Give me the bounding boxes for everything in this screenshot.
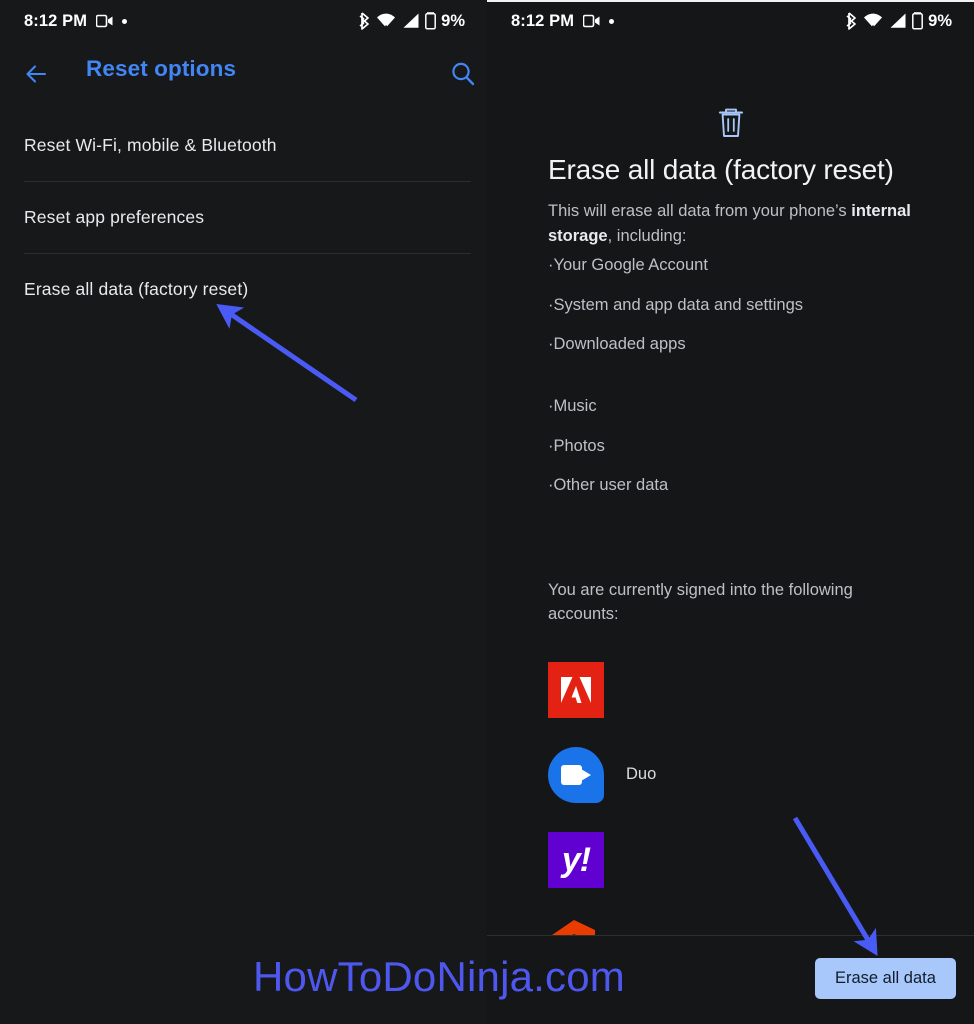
account-row bbox=[548, 647, 968, 732]
wifi-icon bbox=[863, 12, 883, 30]
microsoft-office-icon bbox=[548, 917, 604, 935]
video-camera-glyph bbox=[561, 764, 591, 785]
description-after: , including: bbox=[607, 227, 687, 245]
screen-record-icon bbox=[582, 14, 600, 28]
wifi-icon bbox=[376, 12, 396, 30]
account-row: Duo bbox=[548, 732, 968, 817]
bullet-item: ·Your Google Account bbox=[548, 256, 708, 274]
erase-all-data-button[interactable]: Erase all data bbox=[815, 958, 956, 999]
list-item[interactable]: Erase all data (factory reset) bbox=[0, 254, 487, 325]
status-bar-clock: 8:12 PM bbox=[24, 11, 88, 30]
status-bar-left-group: 8:12 PM bbox=[511, 11, 615, 31]
signed-in-accounts-note: You are currently signed into the follow… bbox=[548, 581, 853, 623]
bluetooth-icon bbox=[359, 12, 371, 30]
reset-options-list: Reset Wi-Fi, mobile & Bluetooth Reset ap… bbox=[0, 110, 487, 325]
left-phone-screen: 8:12 PM 9% Reset options Reset Wi-Fi, mo… bbox=[0, 0, 487, 1024]
bullet-item: ·Downloaded apps bbox=[548, 335, 686, 353]
bullet-item: ·Other user data bbox=[548, 476, 669, 494]
status-bar-right-group: 9% bbox=[846, 12, 952, 31]
bullet-item: ·Photos bbox=[548, 436, 605, 455]
battery-percent-label: 9% bbox=[441, 11, 465, 30]
list-item[interactable]: Reset Wi-Fi, mobile & Bluetooth bbox=[0, 110, 487, 181]
adobe-icon bbox=[548, 661, 604, 718]
bullet-item: ·Music bbox=[548, 397, 597, 415]
list-item-label: Erase all data (factory reset) bbox=[24, 279, 249, 299]
account-row: y! bbox=[548, 817, 968, 902]
cellular-signal-icon bbox=[401, 12, 420, 30]
signed-in-accounts-list: Duo y! Office bbox=[548, 647, 968, 935]
search-icon[interactable] bbox=[448, 59, 478, 89]
notification-dot bbox=[122, 18, 128, 24]
status-bar-clock: 8:12 PM bbox=[511, 11, 575, 30]
right-phone-screen: 8:12 PM 9% Erase all data (factory reset… bbox=[487, 0, 974, 1024]
battery-percent-label: 9% bbox=[928, 11, 952, 30]
list-item[interactable]: Reset app preferences bbox=[0, 182, 487, 253]
list-item-label: Reset app preferences bbox=[24, 207, 205, 227]
bluetooth-icon bbox=[846, 12, 858, 30]
cellular-signal-icon bbox=[888, 12, 907, 30]
battery-icon bbox=[425, 12, 437, 30]
page-title: Reset options bbox=[86, 56, 237, 81]
battery-icon bbox=[912, 12, 924, 30]
status-bar-right: 8:12 PM 9% bbox=[487, 0, 974, 42]
description-before: This will erase all data from your phone… bbox=[548, 202, 852, 220]
left-app-bar: Reset options bbox=[0, 48, 487, 104]
back-arrow-icon[interactable] bbox=[22, 60, 50, 88]
factory-reset-scroll-area[interactable]: Erase all data (factory reset) This will… bbox=[487, 42, 974, 935]
trash-can-icon bbox=[706, 108, 756, 148]
notification-dot bbox=[609, 18, 615, 24]
screenshot-root: 8:12 PM 9% Reset options Reset Wi-Fi, mo… bbox=[0, 0, 974, 1024]
bullet-item: ·System and app data and settings bbox=[548, 295, 803, 314]
account-label: Duo bbox=[626, 765, 657, 783]
list-item-label: Reset Wi-Fi, mobile & Bluetooth bbox=[24, 135, 277, 155]
erase-items-group-2: ·Music ·Photos ·Other user data bbox=[548, 397, 948, 516]
dialog-title: Erase all data (factory reset) bbox=[548, 154, 894, 185]
screen-record-icon bbox=[95, 14, 113, 28]
status-bar-right-group: 9% bbox=[359, 12, 465, 31]
yahoo-icon: y! bbox=[548, 831, 604, 888]
status-bar-left: 8:12 PM 9% bbox=[0, 0, 487, 42]
google-duo-icon bbox=[548, 746, 604, 803]
dialog-description: This will erase all data from your phone… bbox=[548, 199, 921, 249]
status-bar-left-group: 8:12 PM bbox=[24, 11, 128, 31]
dialog-action-bar: Erase all data bbox=[487, 936, 974, 1024]
account-row: Office bbox=[548, 902, 968, 935]
erase-items-group-1: ·Your Google Account ·System and app dat… bbox=[548, 256, 948, 375]
